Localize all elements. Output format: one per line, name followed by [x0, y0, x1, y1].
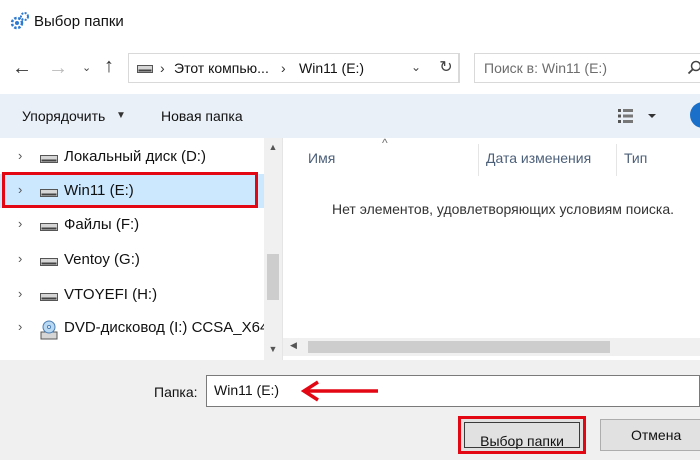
dropdown-arrow-icon[interactable]: ▼ — [116, 110, 126, 121]
file-list: ^ Имя Дата изменения Тип Нет элементов, … — [282, 136, 700, 360]
folder-label: Папка: — [154, 384, 198, 400]
refresh-button[interactable]: ↻ — [433, 53, 460, 83]
search-input[interactable]: Поиск в: Win11 (E:) — [474, 53, 700, 83]
folder-input[interactable]: Win11 (E:) — [206, 375, 700, 407]
gear-icon — [10, 12, 29, 30]
title-bar: Выбор папки — [0, 0, 700, 44]
scroll-left-icon[interactable]: ◀ — [290, 340, 297, 351]
scrollbar-thumb[interactable] — [267, 254, 279, 300]
sort-caret-icon: ^ — [382, 136, 388, 150]
hard-drive-icon — [40, 258, 58, 266]
chevron-right-icon[interactable]: › — [18, 319, 22, 334]
search-placeholder: Поиск в: Win11 (E:) — [484, 60, 607, 76]
select-folder-label: Выбор папки — [480, 433, 564, 449]
chevron-right-icon[interactable]: › — [18, 148, 22, 163]
chevron-right-icon[interactable]: › — [18, 251, 22, 266]
scrollbar-thumb[interactable] — [308, 341, 610, 353]
tree-item-label: VTOYEFI (H:) — [64, 286, 158, 303]
new-folder-button[interactable]: Новая папка — [161, 108, 243, 124]
scroll-up-icon[interactable]: ▲ — [264, 142, 282, 152]
column-header-type[interactable]: Тип — [624, 150, 647, 166]
column-header-date[interactable]: Дата изменения — [486, 150, 591, 166]
organize-button[interactable]: Упорядочить — [22, 108, 105, 124]
back-button[interactable]: ← — [12, 58, 32, 78]
chevron-right-icon[interactable]: › — [18, 286, 22, 301]
horizontal-scrollbar[interactable]: ◀ — [282, 338, 700, 356]
search-icon[interactable] — [687, 60, 700, 76]
window-title: Выбор папки — [34, 13, 124, 30]
command-bar: Упорядочить ▼ Новая папка — [0, 94, 700, 138]
dialog-footer: Папка: Win11 (E:) Выбор папки Отмена — [0, 360, 700, 460]
tree-item-label: DVD-дисковод (I:) CCSA_X64FR — [64, 319, 264, 336]
cancel-button[interactable]: Отмена — [600, 419, 700, 451]
hard-drive-icon — [40, 223, 58, 231]
pane-divider — [282, 138, 283, 360]
address-separator[interactable]: › — [281, 60, 286, 76]
select-folder-button[interactable]: Выбор папки — [458, 416, 586, 454]
column-divider[interactable] — [616, 144, 617, 176]
address-segment-this-pc[interactable]: Этот компью... — [174, 60, 269, 76]
help-button[interactable] — [690, 102, 700, 128]
folder-input-value[interactable]: Win11 (E:) — [214, 382, 279, 398]
view-options-icon[interactable] — [616, 106, 660, 126]
tree-item-label: Файлы (F:) — [64, 216, 140, 233]
tree-item-label: Ventoy (G:) — [64, 251, 140, 268]
tree-item-drive-i[interactable]: › DVD-дисковод (I:) CCSA_X64FR — [0, 311, 264, 345]
annotation-arrow-icon — [300, 380, 378, 402]
dvd-drive-icon — [40, 320, 58, 340]
hard-drive-icon — [40, 293, 58, 301]
scroll-down-icon[interactable]: ▼ — [264, 344, 282, 354]
hard-drive-icon — [137, 65, 153, 73]
column-header-name[interactable]: Имя — [308, 150, 335, 166]
tree-scrollbar[interactable]: ▲ ▼ — [264, 138, 282, 360]
tree-item-drive-g[interactable]: › Ventoy (G:) — [0, 243, 264, 277]
address-separator[interactable]: › — [160, 60, 165, 76]
column-divider[interactable] — [478, 144, 479, 176]
recent-locations-button[interactable]: ⌄ — [82, 58, 91, 78]
tree-item-drive-d[interactable]: › Локальный диск (D:) — [0, 140, 264, 174]
cancel-label: Отмена — [631, 427, 682, 443]
tree-item-label: Локальный диск (D:) — [64, 148, 206, 165]
up-button[interactable]: ↑ — [104, 56, 114, 76]
address-bar[interactable]: › Этот компью... › Win11 (E:) ⌄ — [128, 53, 459, 83]
chevron-down-icon[interactable]: ⌄ — [411, 60, 421, 74]
empty-state-message: Нет элементов, удовлетворяющих условиям … — [332, 201, 675, 217]
tree-item-drive-h[interactable]: › VTOYEFI (H:) — [0, 278, 264, 312]
chevron-right-icon[interactable]: › — [18, 216, 22, 231]
hard-drive-icon — [40, 155, 58, 163]
annotation-highlight-box — [2, 172, 258, 208]
button-focus-border: Выбор папки — [464, 422, 580, 449]
address-segment-drive[interactable]: Win11 (E:) — [299, 60, 364, 76]
tree-item-drive-f[interactable]: › Файлы (F:) — [0, 208, 264, 242]
forward-button[interactable]: → — [48, 58, 68, 78]
